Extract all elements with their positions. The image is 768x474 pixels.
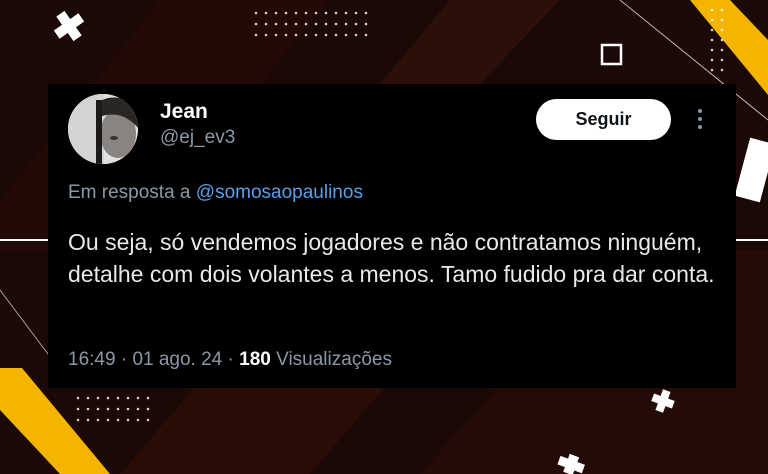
reply-mention-link[interactable]: @somosaopaulinos: [196, 182, 363, 203]
avatar[interactable]: [68, 94, 138, 164]
reply-context: Em resposta a @somosaopaulinos: [68, 182, 363, 204]
tweet-text: Ou seja, só vendemos jogadores e não con…: [68, 229, 715, 287]
meta-separator-2: ·: [227, 349, 234, 370]
tweet-meta: 16:49 · 01 ago. 24 · 180 Visualizações: [68, 349, 392, 371]
tweet-time[interactable]: 16:49: [68, 349, 116, 370]
view-label: Visualizações: [276, 349, 392, 370]
meta-separator: ·: [120, 349, 128, 370]
author-name[interactable]: Jean: [160, 100, 208, 124]
avatar-photo: [68, 94, 138, 164]
tweet-card: Jean @ej_ev3 Seguir Em resposta a @somos…: [48, 84, 736, 388]
tweet-date[interactable]: 01 ago. 24: [132, 349, 222, 370]
author-handle[interactable]: @ej_ev3: [160, 127, 235, 149]
view-count: 180: [239, 349, 271, 370]
reply-prefix: Em resposta a: [68, 182, 191, 203]
more-vertical-icon[interactable]: [692, 106, 708, 134]
follow-button[interactable]: Seguir: [536, 99, 671, 140]
